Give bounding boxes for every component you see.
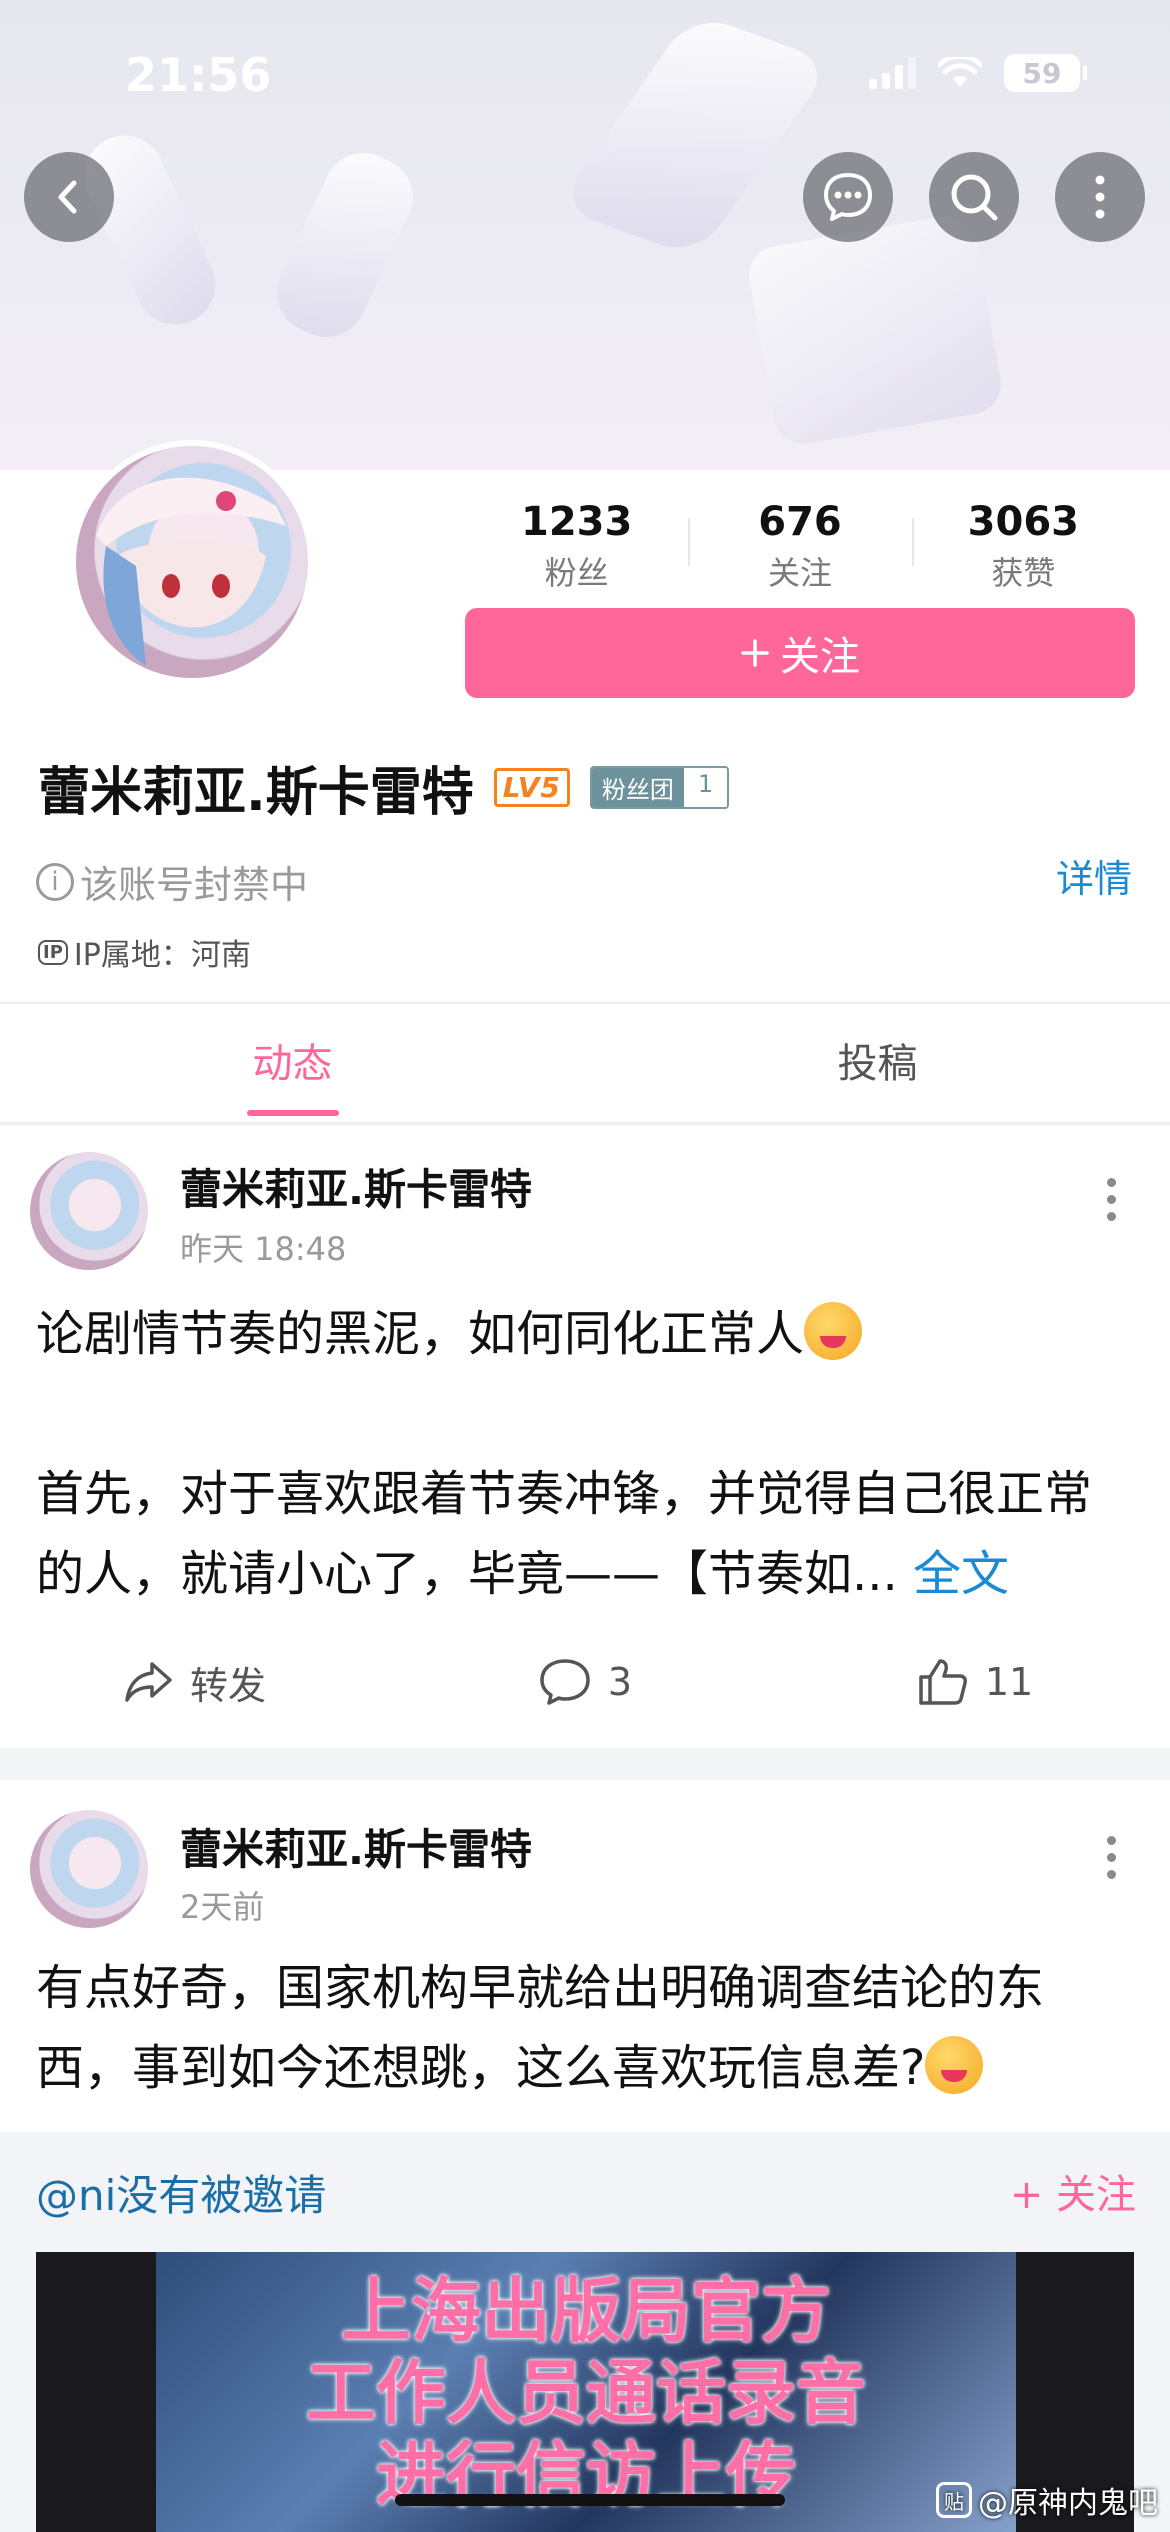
feed-post[interactable]: 蕾米莉亚.斯卡雷特 昨天 18:48 论剧情节奏的黑泥，如何同化正常人 首先，对… <box>0 1126 1170 1748</box>
like-count: 11 <box>984 1660 1034 1704</box>
level-badge: LV5 <box>493 768 570 807</box>
emoji-icon <box>804 1302 863 1360</box>
comment-button[interactable]: 3 <box>390 1642 780 1722</box>
post-content[interactable]: 有点好奇，国家机构早就给出明确调查结论的东西，事到如今还想跳，这么喜欢玩信息差? <box>36 1948 1136 2108</box>
stat-value: 676 <box>758 499 842 545</box>
tab-submissions[interactable]: 投稿 <box>585 1004 1170 1122</box>
feed-post[interactable]: 蕾米莉亚.斯卡雷特 2天前 有点好奇，国家机构早就给出明确调查结论的东西，事到如… <box>0 1780 1170 2132</box>
avatar-image <box>96 477 286 666</box>
post-content[interactable]: 论剧情节奏的黑泥，如何同化正常人 <box>36 1294 1136 1374</box>
profile-card: 1233 粉丝 676 关注 3063 获赞 关注 蕾米莉亚.斯卡雷特 LV5 … <box>0 440 1170 1002</box>
plus-icon <box>741 639 769 667</box>
info-icon: i <box>36 862 74 901</box>
chat-bubble-icon <box>824 173 872 221</box>
follow-button[interactable]: 关注 <box>465 608 1135 698</box>
banned-notice: i 该账号封禁中 <box>36 854 308 909</box>
post-text-body: 有点好奇，国家机构早就给出明确调查结论的东西，事到如今还想跳，这么喜欢玩信息差? <box>36 1960 1045 2096</box>
tieba-icon: 贴 <box>936 2482 972 2518</box>
banner-decoration <box>556 11 834 259</box>
thumbs-up-icon <box>919 1659 967 1705</box>
stat-value: 1233 <box>521 499 633 545</box>
post-more-button[interactable] <box>1104 1178 1118 1221</box>
post-text-line: 论剧情节奏的黑泥，如何同化正常人 <box>36 1306 805 1362</box>
post-avatar[interactable] <box>30 1810 148 1928</box>
user-name: 蕾米莉亚.斯卡雷特 <box>38 763 474 823</box>
fan-club-level: 1 <box>683 768 728 807</box>
post-time: 昨天 18:48 <box>180 1230 347 1268</box>
banner-decoration <box>264 139 426 351</box>
ip-location: IP IP属地：河南 <box>38 930 251 974</box>
stat-following[interactable]: 676 关注 <box>688 498 911 594</box>
stat-label: 关注 <box>767 554 832 592</box>
like-button[interactable]: 11 <box>780 1642 1170 1722</box>
repost-card[interactable]: @ni没有被邀请 + 关注 上海出版局官方 工作人员通话录音 进行信访上传 <box>0 2132 1170 2532</box>
post-author[interactable]: 蕾米莉亚.斯卡雷特 <box>180 1156 532 1217</box>
details-link[interactable]: 详情 <box>1056 848 1132 903</box>
video-title-line: 上海出版局官方 <box>341 2270 831 2352</box>
comment-icon <box>540 1659 590 1705</box>
comment-count: 3 <box>607 1660 633 1704</box>
ip-icon: IP <box>38 939 68 965</box>
search-button[interactable] <box>929 152 1019 242</box>
share-icon <box>125 1662 172 1702</box>
profile-banner: 21:56 59 <box>0 0 1170 470</box>
ip-text: IP属地：河南 <box>73 938 251 973</box>
search-icon <box>951 174 998 221</box>
wifi-icon <box>938 57 982 87</box>
repost-user-link[interactable]: @ni没有被邀请 <box>36 2162 326 2223</box>
banner-decoration <box>744 211 1006 449</box>
watermark: 贴 @原神内鬼吧 <box>936 2478 1158 2522</box>
watermark-text: @原神内鬼吧 <box>978 2486 1158 2521</box>
stat-followers[interactable]: 1233 粉丝 <box>465 498 688 594</box>
repost-label: 转发 <box>189 1663 266 1708</box>
tab-dynamic[interactable]: 动态 <box>0 1004 585 1122</box>
fan-club-badge[interactable]: 粉丝团 1 <box>589 766 730 809</box>
post-avatar[interactable] <box>30 1152 148 1270</box>
repost-button[interactable]: 转发 <box>0 1642 390 1722</box>
profile-tabs: 动态 投稿 <box>0 1002 1170 1124</box>
more-button[interactable] <box>1055 152 1145 242</box>
chevron-left-icon <box>58 180 77 214</box>
profile-avatar[interactable] <box>70 440 314 684</box>
profile-stats: 1233 粉丝 676 关注 3063 获赞 <box>465 498 1135 594</box>
name-row: 蕾米莉亚.斯卡雷特 LV5 粉丝团 1 <box>38 750 730 825</box>
post-author[interactable]: 蕾米莉亚.斯卡雷特 <box>180 1816 532 1877</box>
stat-label: 粉丝 <box>544 554 609 592</box>
post-content-body[interactable]: 首先，对于喜欢跟着节奏冲锋，并觉得自己很正常的人，就请小心了，毕竟——【节奏如.… <box>36 1454 1136 1614</box>
back-button[interactable] <box>24 152 114 242</box>
stat-value: 3063 <box>967 499 1079 545</box>
battery-icon: 59 <box>1004 54 1087 92</box>
fan-club-label: 粉丝团 <box>591 768 684 807</box>
stat-likes[interactable]: 3063 获赞 <box>911 498 1135 594</box>
signal-icon <box>869 57 916 89</box>
post-time: 2天前 <box>180 1888 265 1926</box>
video-title-line: 工作人员通话录音 <box>306 2352 866 2434</box>
banned-text: 该账号封禁中 <box>80 863 309 907</box>
follow-label: 关注 <box>780 634 860 680</box>
emoji-icon <box>925 2036 984 2094</box>
home-indicator <box>395 2494 785 2506</box>
stat-label: 获赞 <box>991 554 1056 592</box>
post-actions: 转发 3 11 <box>0 1642 1170 1722</box>
status-icons: 59 <box>869 54 1087 92</box>
more-vertical-icon <box>1095 175 1105 219</box>
read-more-link[interactable]: 全文 <box>913 1546 1009 1602</box>
post-more-button[interactable] <box>1104 1836 1118 1879</box>
message-button[interactable] <box>803 152 893 242</box>
repost-follow-button[interactable]: + 关注 <box>1010 2162 1136 2220</box>
status-time: 21:56 <box>125 48 272 102</box>
